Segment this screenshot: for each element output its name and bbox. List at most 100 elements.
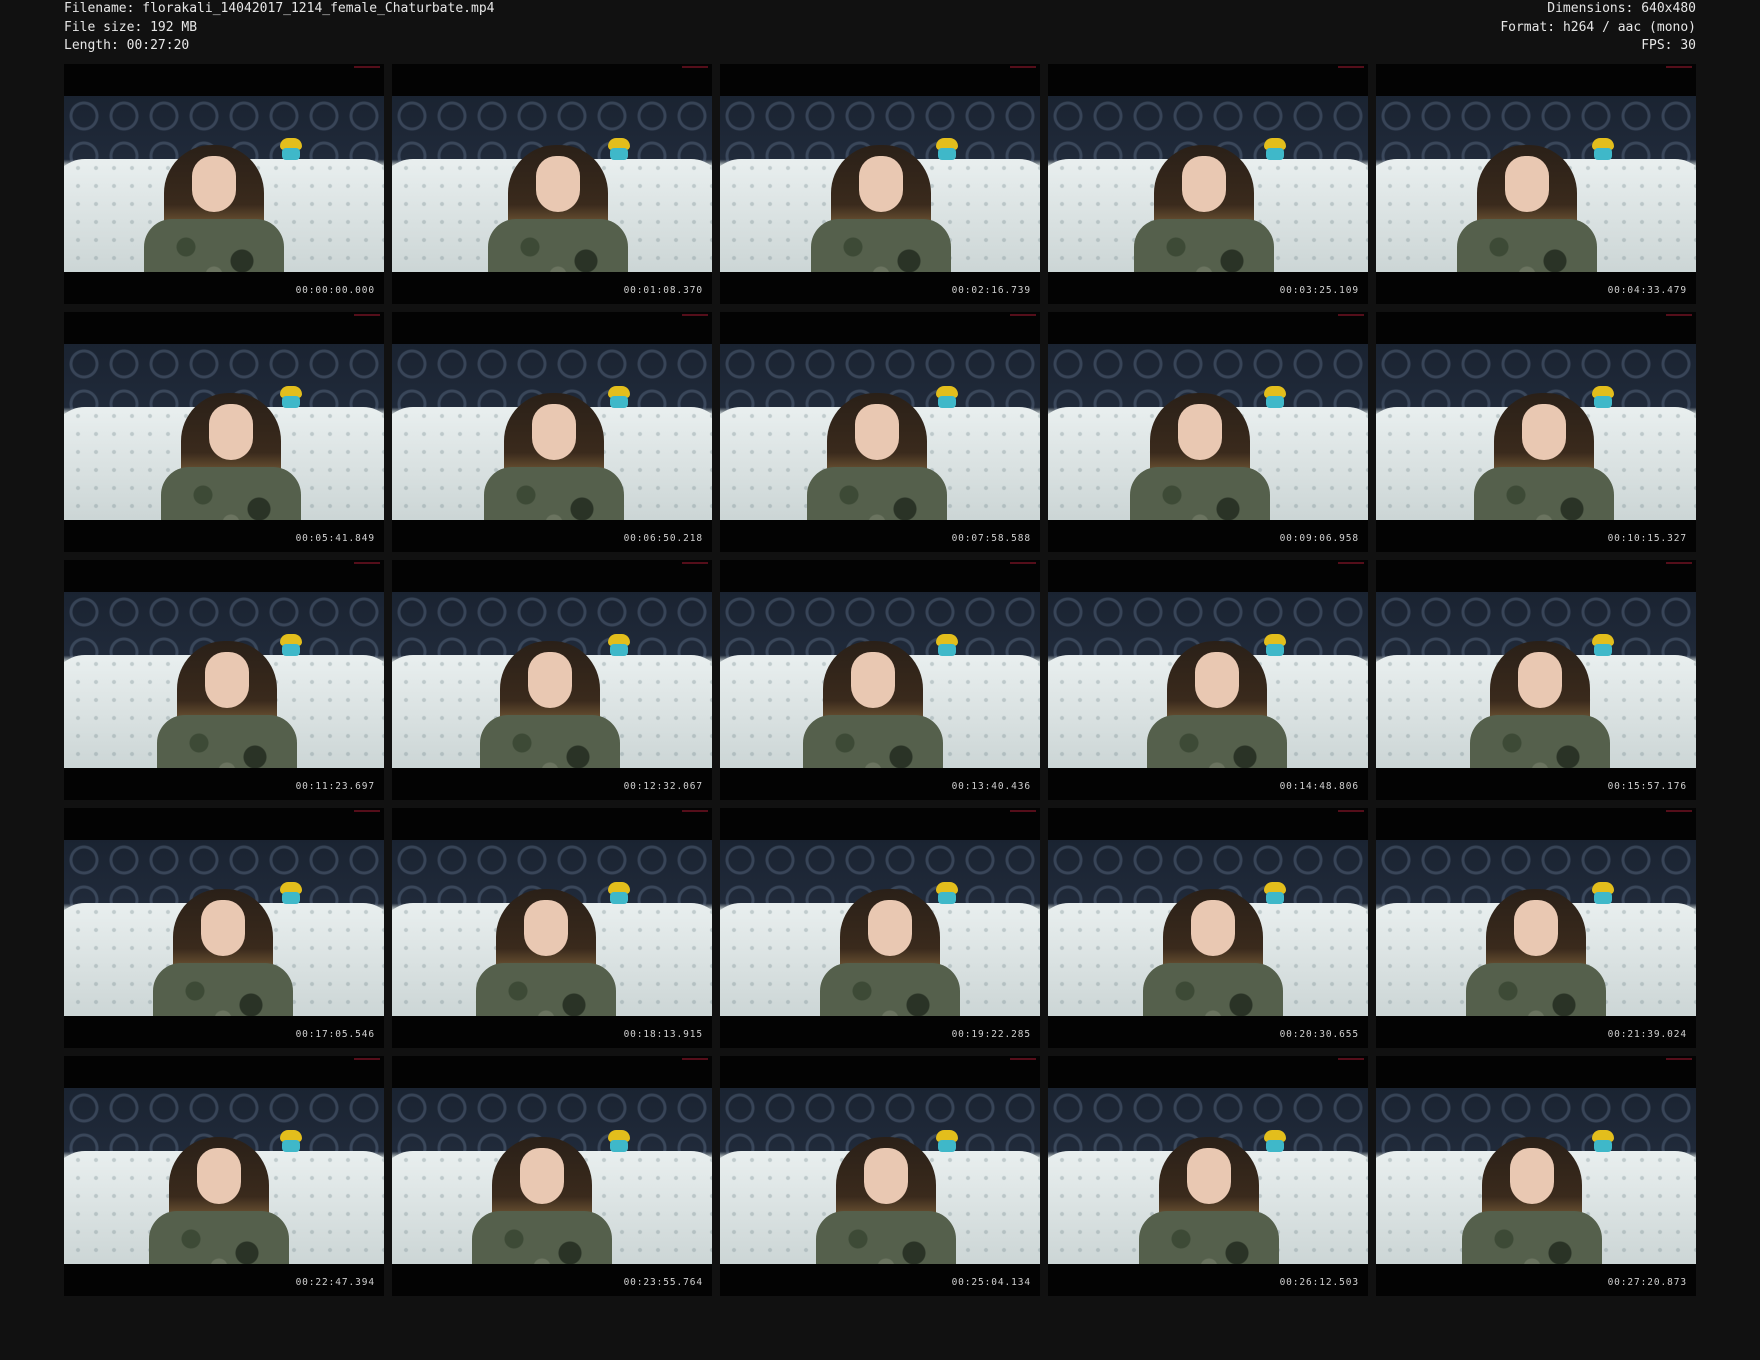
watermark-mark [1338, 66, 1364, 68]
video-thumbnail: 00:05:41.849 [64, 312, 384, 552]
timestamp-label: 00:09:06.958 [1279, 533, 1359, 544]
video-frame [720, 1088, 1040, 1264]
timestamp-label: 00:25:04.134 [951, 1277, 1031, 1288]
watermark-mark [1666, 66, 1692, 68]
letterbox-bottom: 00:03:25.109 [1048, 272, 1368, 304]
plush-toy [1590, 138, 1616, 161]
plush-toy [1590, 1130, 1616, 1153]
letterbox-bottom: 00:21:39.024 [1376, 1016, 1696, 1048]
watermark-mark [682, 314, 708, 316]
video-thumbnail: 00:22:47.394 [64, 1056, 384, 1296]
video-thumbnail: 00:02:16.739 [720, 64, 1040, 304]
video-thumbnail: 00:25:04.134 [720, 1056, 1040, 1296]
letterbox-bottom: 00:27:20.873 [1376, 1264, 1696, 1296]
timestamp-label: 00:23:55.764 [623, 1277, 703, 1288]
letterbox-top [1376, 1056, 1696, 1088]
watermark-mark [1666, 562, 1692, 564]
timestamp-label: 00:02:16.739 [951, 285, 1031, 296]
letterbox-top [1376, 312, 1696, 344]
letterbox-top [392, 1056, 712, 1088]
letterbox-top [1048, 312, 1368, 344]
letterbox-top [720, 1056, 1040, 1088]
video-thumbnail: 00:26:12.503 [1048, 1056, 1368, 1296]
plush-toy [1262, 138, 1288, 161]
letterbox-top [392, 312, 712, 344]
plush-toy [278, 882, 304, 905]
plush-toy [934, 386, 960, 409]
filesize-text: File size: 192 MB [64, 19, 198, 35]
letterbox-top [720, 312, 1040, 344]
letterbox-top [392, 64, 712, 96]
video-frame [1376, 1088, 1696, 1264]
watermark-mark [682, 562, 708, 564]
letterbox-bottom: 00:15:57.176 [1376, 768, 1696, 800]
plush-toy [606, 1130, 632, 1153]
video-frame [1048, 96, 1368, 272]
letterbox-top [720, 560, 1040, 592]
letterbox-bottom: 00:05:41.849 [64, 520, 384, 552]
watermark-mark [1338, 810, 1364, 812]
watermark-mark [1010, 562, 1036, 564]
file-info-left: Filename: florakali_14042017_1214_female… [64, 0, 494, 56]
video-frame [1048, 1088, 1368, 1264]
plush-toy [934, 882, 960, 905]
timestamp-label: 00:11:23.697 [295, 781, 375, 792]
video-frame [720, 840, 1040, 1016]
letterbox-top [1376, 808, 1696, 840]
plush-toy [1590, 882, 1616, 905]
video-frame [392, 1088, 712, 1264]
timestamp-label: 00:21:39.024 [1607, 1029, 1687, 1040]
timestamp-label: 00:01:08.370 [623, 285, 703, 296]
plush-toy [606, 882, 632, 905]
letterbox-bottom: 00:02:16.739 [720, 272, 1040, 304]
video-frame [392, 840, 712, 1016]
watermark-mark [1010, 1058, 1036, 1060]
video-thumbnail: 00:17:05.546 [64, 808, 384, 1048]
letterbox-top [1376, 64, 1696, 96]
letterbox-bottom: 00:26:12.503 [1048, 1264, 1368, 1296]
timestamp-label: 00:27:20.873 [1607, 1277, 1687, 1288]
plush-toy [1590, 386, 1616, 409]
timestamp-label: 00:13:40.436 [951, 781, 1031, 792]
plush-toy [606, 386, 632, 409]
plush-toy [278, 1130, 304, 1153]
letterbox-bottom: 00:19:22.285 [720, 1016, 1040, 1048]
letterbox-top [392, 808, 712, 840]
timestamp-label: 00:03:25.109 [1279, 285, 1359, 296]
video-frame [392, 344, 712, 520]
video-frame [64, 840, 384, 1016]
watermark-mark [354, 1058, 380, 1060]
plush-toy [934, 1130, 960, 1153]
watermark-mark [1666, 1058, 1692, 1060]
plush-toy [1262, 882, 1288, 905]
timestamp-label: 00:14:48.806 [1279, 781, 1359, 792]
video-frame [392, 96, 712, 272]
plush-toy [1590, 634, 1616, 657]
video-thumbnail: 00:20:30.655 [1048, 808, 1368, 1048]
timestamp-label: 00:19:22.285 [951, 1029, 1031, 1040]
letterbox-top [1376, 560, 1696, 592]
video-thumbnail: 00:10:15.327 [1376, 312, 1696, 552]
video-thumbnail: 00:13:40.436 [720, 560, 1040, 800]
plush-toy [934, 138, 960, 161]
timestamp-label: 00:22:47.394 [295, 1277, 375, 1288]
watermark-mark [682, 810, 708, 812]
letterbox-bottom: 00:04:33.479 [1376, 272, 1696, 304]
video-frame [1376, 344, 1696, 520]
video-frame [1048, 592, 1368, 768]
video-frame [1376, 592, 1696, 768]
video-frame [720, 344, 1040, 520]
video-thumbnail: 00:23:55.764 [392, 1056, 712, 1296]
watermark-mark [1010, 66, 1036, 68]
video-thumbnail: 00:27:20.873 [1376, 1056, 1696, 1296]
letterbox-bottom: 00:07:58.588 [720, 520, 1040, 552]
dimensions-text: Dimensions: 640x480 [1547, 1, 1696, 16]
plush-toy [606, 634, 632, 657]
letterbox-top [392, 560, 712, 592]
watermark-mark [1338, 1058, 1364, 1060]
length-text: Length: 00:27:20 [64, 38, 190, 53]
watermark-mark [1666, 314, 1692, 316]
letterbox-bottom: 00:20:30.655 [1048, 1016, 1368, 1048]
timestamp-label: 00:06:50.218 [623, 533, 703, 544]
letterbox-bottom: 00:17:05.546 [64, 1016, 384, 1048]
